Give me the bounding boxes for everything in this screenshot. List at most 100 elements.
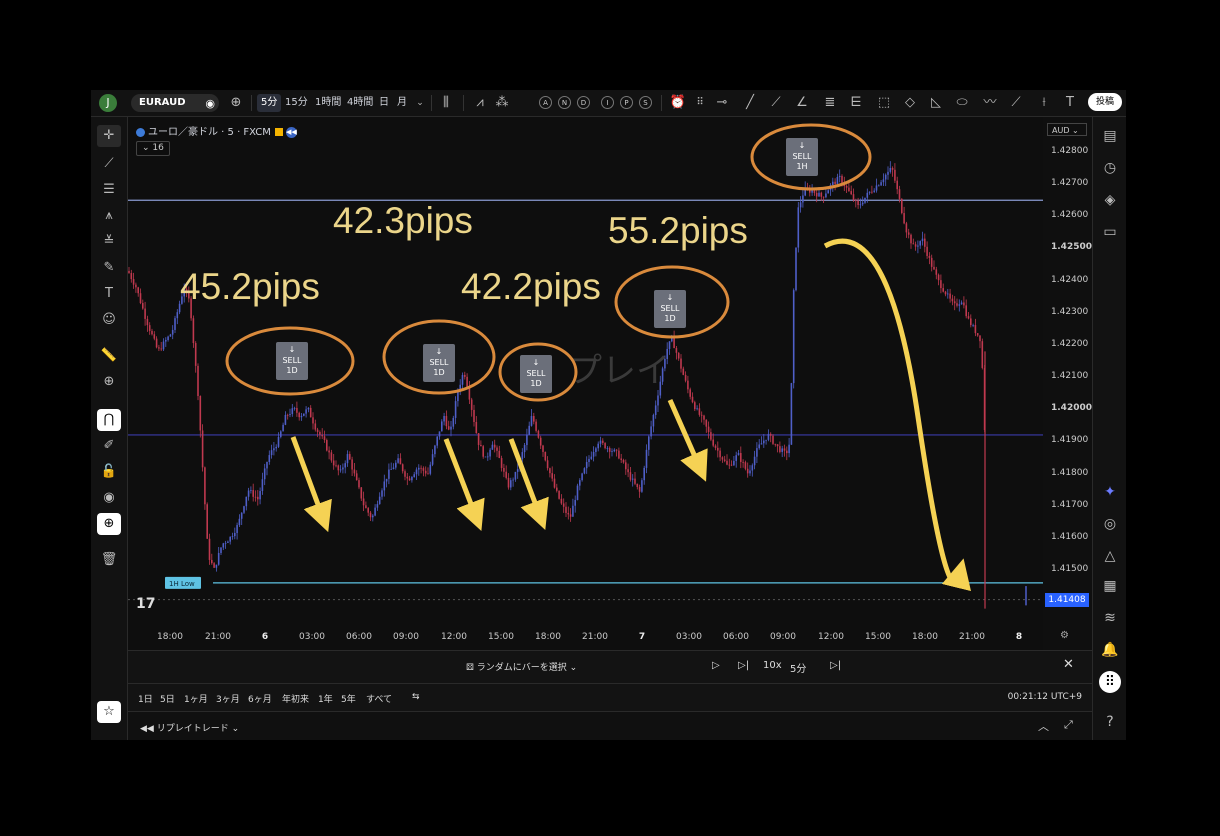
path-icon[interactable]: ⟋ — [767, 94, 785, 112]
symbol-search-button[interactable]: EURAUD ◉ — [131, 94, 219, 112]
eye-icon[interactable]: ◉ — [205, 95, 215, 113]
globe-icon[interactable]: ⊕ — [97, 513, 121, 535]
indicators-icon[interactable]: ⩘ — [471, 94, 489, 112]
timeframe-day[interactable]: 日 — [375, 94, 393, 112]
user-avatar[interactable]: J — [99, 94, 117, 112]
candle-body — [882, 179, 885, 183]
price-chart[interactable]: 1H Lowプレイ17↓SELL1D↓SELL1D↓SELL1D↓SELL1D↓… — [128, 117, 1043, 650]
ellipse-icon[interactable]: ⬭ — [953, 94, 971, 112]
indicator-a-button[interactable]: A — [539, 96, 552, 109]
candle-type-icon[interactable]: ⫼ — [437, 94, 455, 112]
polyline-icon[interactable]: 〰 — [981, 94, 999, 112]
crosshair-icon[interactable]: ✛ — [97, 125, 121, 147]
range-5y[interactable]: 5年 — [341, 692, 356, 705]
range-1d[interactable]: 1日 — [138, 692, 153, 705]
lock-pencil-icon[interactable]: ✐ — [97, 435, 121, 457]
timeframe-month[interactable]: 月 — [393, 94, 411, 112]
indicator-s-button[interactable]: S — [639, 96, 652, 109]
horizontal-ray-icon[interactable]: ⊸ — [713, 94, 731, 112]
indicator-p-button[interactable]: P — [620, 96, 633, 109]
parallel-channel-icon[interactable]: ≣ — [821, 94, 839, 112]
jump-to-end-icon[interactable]: ▷| — [830, 660, 841, 671]
range-3m[interactable]: 3ヶ月 — [216, 692, 240, 705]
chart-area[interactable]: 1H Low プレイ 17 ↓ SELL 1D ↓ SELL 1D ↓ SELL 1D ↓ SELL 1D ↓… — [128, 117, 1043, 650]
axis-settings-icon[interactable]: ⚙ — [1060, 630, 1069, 641]
candle-body — [820, 192, 823, 197]
watchlist-icon[interactable]: ▤ — [1099, 125, 1121, 147]
replay-trade-tab[interactable]: ◀◀ リプレイトレード ⌄ — [140, 721, 239, 734]
timeframe-1h[interactable]: 1時間 — [311, 94, 345, 112]
range-ytd[interactable]: 年初来 — [282, 692, 309, 705]
rectangle-icon[interactable]: ⬚ — [875, 94, 893, 112]
speed-button[interactable]: 10x — [763, 660, 782, 671]
indicator-i-button[interactable]: I — [601, 96, 614, 109]
indicator-count[interactable]: ⌄ 16 — [136, 141, 170, 156]
indicator-n-button[interactable]: N — [558, 96, 571, 109]
candle-body — [551, 473, 553, 479]
broadcast-icon[interactable]: ≋ — [1099, 607, 1121, 629]
alerts-clock-icon[interactable]: ◷ — [1099, 157, 1121, 179]
help-icon[interactable]: ? — [1099, 711, 1121, 733]
timeframe-15m[interactable]: 15分 — [281, 94, 312, 112]
bell-icon[interactable]: 🔔 — [1099, 639, 1121, 661]
trend-line-icon[interactable]: ⟋ — [97, 153, 121, 175]
time-axis[interactable]: 18:00 21:00 6 03:00 06:00 09:00 12:00 15:00 18:0… — [128, 626, 1069, 650]
brush-icon[interactable]: ✎ — [97, 257, 121, 279]
chevron-down-icon[interactable]: ⌄ — [411, 94, 429, 112]
clock[interactable]: 00:21:12 UTC+9 — [1008, 692, 1082, 702]
target-icon[interactable]: ◎ — [1099, 513, 1121, 535]
range-all[interactable]: すべて — [366, 692, 392, 705]
fib-tool-icon[interactable]: ≚ — [97, 231, 121, 253]
interval-button[interactable]: 5分 — [790, 660, 806, 675]
layers-icon[interactable]: ◈ — [1099, 189, 1121, 211]
drag-handle-icon[interactable]: ⠿ — [691, 94, 709, 112]
timeframe-4h[interactable]: 4時間 — [343, 94, 377, 112]
zoom-in-icon[interactable]: ⊕ — [97, 371, 121, 393]
indicator-d-button[interactable]: D — [577, 96, 590, 109]
triangle-pattern-icon[interactable]: ◺ — [927, 94, 945, 112]
lines-tool-icon[interactable]: ☰ — [97, 179, 121, 201]
step-forward-icon[interactable]: ▷| — [738, 660, 749, 671]
flag-icon[interactable] — [274, 128, 283, 136]
brush-icon[interactable]: ⟋ — [1007, 94, 1025, 112]
eye-icon[interactable]: ◉ — [97, 487, 121, 509]
pattern-tool-icon[interactable]: ⩚ — [97, 205, 121, 227]
maximize-icon[interactable]: ⤢ — [1064, 718, 1073, 732]
add-symbol-icon[interactable]: ⊕ — [227, 94, 245, 112]
replay-icon[interactable]: ◀◀ — [285, 126, 297, 138]
templates-icon[interactable]: ⁂ — [493, 94, 511, 112]
calendar-icon[interactable]: ▦ — [1099, 575, 1121, 597]
currency-selector[interactable]: AUD ⌄ — [1047, 123, 1087, 136]
random-bar-button[interactable]: ⚄ ランダムにバーを選択 ⌄ — [466, 660, 577, 673]
date-range-icon[interactable]: ⇆ — [412, 692, 420, 702]
timeframe-5m[interactable]: 5分 — [257, 94, 282, 112]
apps-grid-icon[interactable]: ⠿ — [1099, 671, 1121, 693]
alert-clock-icon[interactable]: ⏰ — [669, 94, 687, 112]
post-button[interactable]: 投稿 — [1088, 93, 1122, 111]
candle-body — [763, 440, 765, 444]
range-6m[interactable]: 6ヶ月 — [248, 692, 272, 705]
trend-line-icon[interactable]: ╱ — [741, 94, 759, 112]
ruler-icon[interactable]: 📏 — [97, 345, 121, 367]
chat-icon[interactable]: ▭ — [1099, 221, 1121, 243]
angle-line-icon[interactable]: ∠ — [793, 94, 811, 112]
star-icon[interactable]: ☆ — [97, 701, 121, 723]
fib-fan-icon[interactable]: ⋿ — [847, 94, 865, 112]
rotated-rectangle-icon[interactable]: ◇ — [901, 94, 919, 112]
price-axis[interactable]: AUD ⌄ 1.42800 1.42700 1.42600 1.42500 1.4240… — [1043, 117, 1092, 650]
sparkle-icon[interactable]: ✦ — [1099, 481, 1121, 503]
range-1y[interactable]: 1年 — [318, 692, 333, 705]
range-5d[interactable]: 5日 — [160, 692, 175, 705]
close-icon[interactable]: ✕ — [1063, 657, 1074, 672]
play-icon[interactable]: ▷ — [712, 660, 720, 671]
range-1m[interactable]: 1ヶ月 — [184, 692, 208, 705]
pyramid-icon[interactable]: △ — [1099, 545, 1121, 567]
lock-icon[interactable]: 🔓 — [97, 461, 121, 483]
text-tool-icon[interactable]: T — [97, 283, 121, 305]
text-tool-icon[interactable]: T — [1061, 94, 1079, 112]
collapse-icon[interactable]: ︿ — [1038, 718, 1049, 734]
emoji-icon[interactable]: ☺ — [97, 309, 121, 331]
trash-icon[interactable]: 🗑 — [97, 549, 121, 571]
vertical-line-icon[interactable]: ⟊ — [1035, 94, 1053, 112]
magnet-icon[interactable]: ⋂ — [97, 409, 121, 431]
